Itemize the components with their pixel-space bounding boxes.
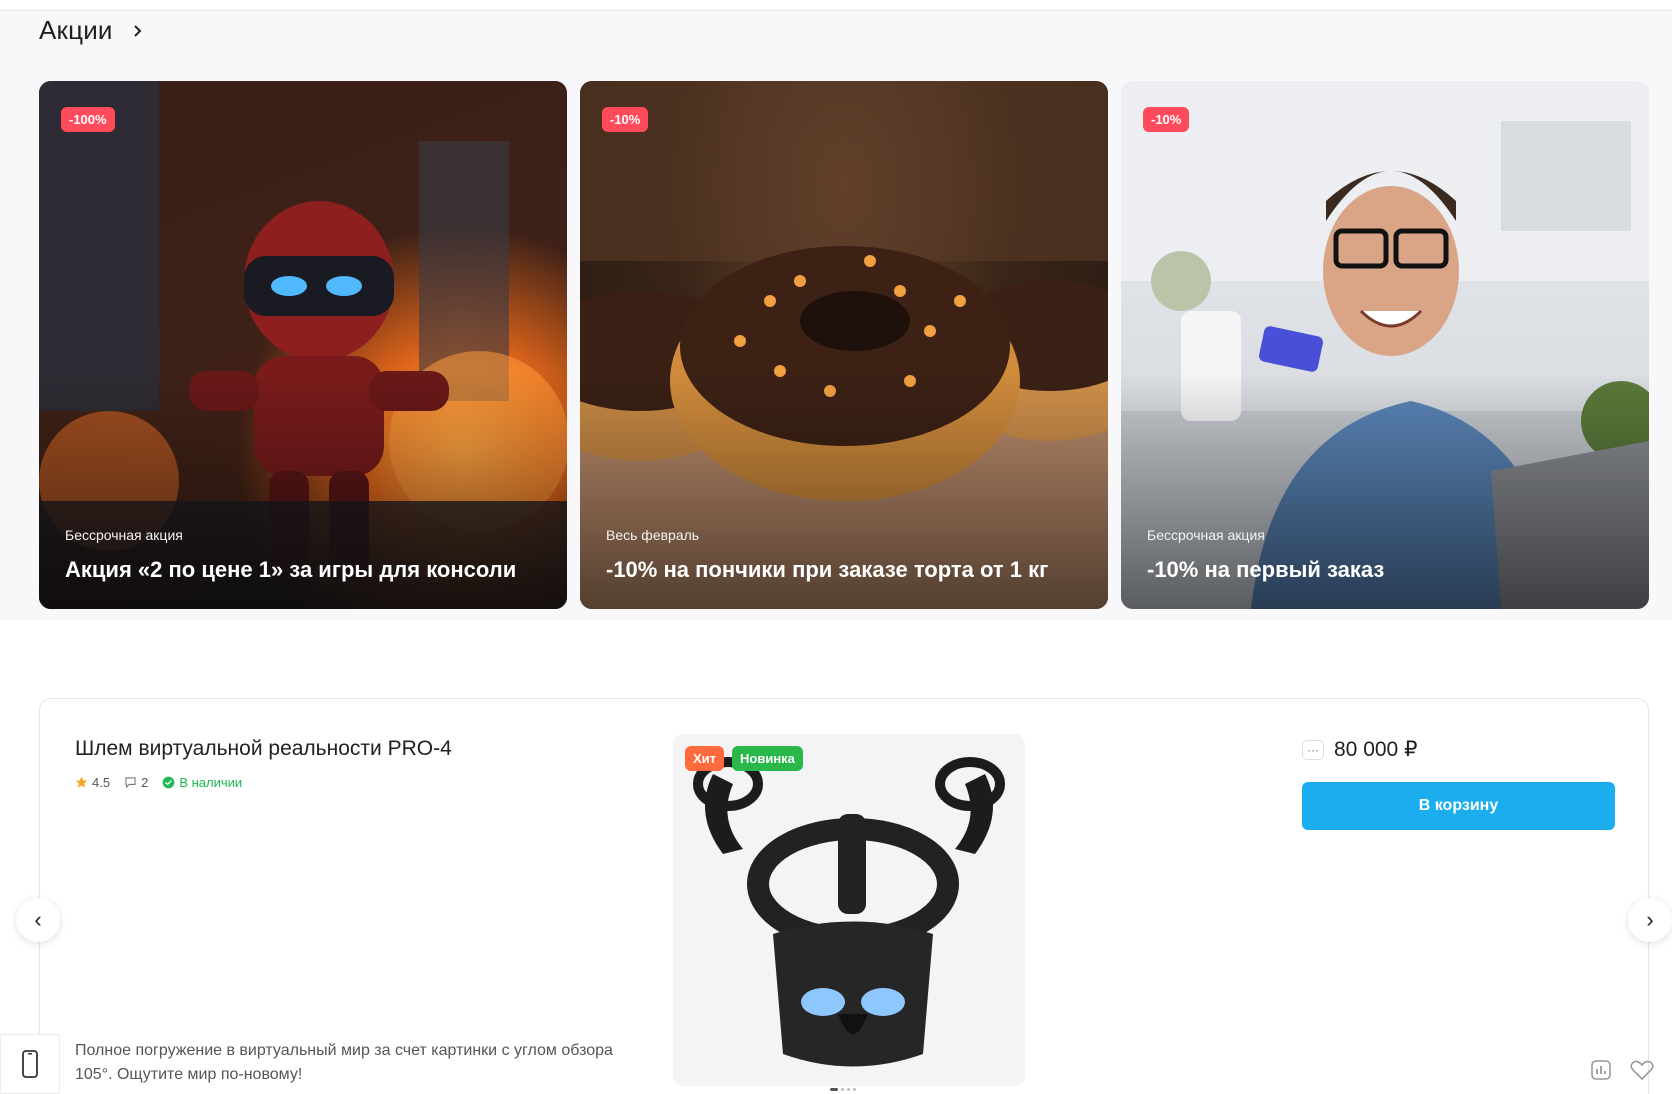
promo-card-games[interactable]: -100% Бессрочная акция Акция «2 по цене …	[39, 81, 567, 609]
gallery-dot[interactable]	[841, 1088, 844, 1091]
card-title[interactable]: Акция «2 по цене 1» за игры для консоли	[65, 557, 547, 583]
card-title[interactable]: -10% на первый заказ	[1147, 557, 1629, 583]
comment-icon	[125, 777, 136, 789]
arrow-left-icon[interactable]: ‹	[16, 898, 60, 942]
discount-badge: -10%	[602, 107, 649, 132]
gallery-dot[interactable]	[847, 1088, 850, 1091]
price: 80 000 ₽	[1334, 738, 1418, 761]
arrow-right-icon[interactable]: ›	[1628, 898, 1672, 942]
card-subtitle: Бессрочная акция	[1147, 527, 1265, 543]
price-row: ··· 80 000 ₽	[1302, 737, 1417, 762]
compare-icon[interactable]	[1590, 1059, 1612, 1081]
check-icon	[162, 776, 175, 789]
discount-badge: -10%	[1143, 107, 1190, 132]
gallery-dot[interactable]	[830, 1088, 838, 1091]
gallery-dot[interactable]	[853, 1088, 856, 1091]
tag-new: Новинка	[732, 746, 803, 771]
product-description: Полное погружение в виртуальный мир за с…	[75, 1042, 613, 1083]
product-card: Шлем виртуальной реальности PRO-4 4.5 2 …	[39, 698, 1654, 1094]
promo-header[interactable]: Акции	[39, 15, 145, 46]
product-name[interactable]: Шлем виртуальной реальности PRO-4	[75, 737, 452, 761]
star-icon	[75, 776, 88, 788]
reviews[interactable]: 2	[124, 775, 148, 790]
card-actions	[1590, 1059, 1654, 1081]
heart-icon[interactable]	[1630, 1059, 1654, 1081]
promo-title[interactable]: Акции	[39, 15, 113, 46]
product-gallery[interactable]: Хит Новинка	[673, 734, 1025, 1086]
vr-headset-image	[693, 757, 1005, 1067]
promo-card-donuts[interactable]: -10% Весь февраль -10% на пончики при за…	[580, 81, 1108, 609]
product-meta: 4.5 2 В наличии	[75, 775, 242, 790]
promo-cards: -100% Бессрочная акция Акция «2 по цене …	[39, 81, 1649, 609]
reviews-count: 2	[141, 775, 149, 790]
card-title[interactable]: -10% на пончики при заказе торта от 1 кг	[606, 557, 1088, 583]
discount-badge: -100%	[61, 107, 115, 132]
add-to-cart-button[interactable]: В корзину	[1302, 782, 1615, 830]
availability: В наличии	[162, 775, 242, 790]
chevron-right-icon[interactable]	[131, 24, 145, 38]
availability-label: В наличии	[179, 775, 243, 790]
card-subtitle: Весь февраль	[606, 527, 700, 543]
tag-hit: Хит	[685, 746, 725, 771]
rating: 4.5	[75, 775, 110, 790]
more-icon[interactable]: ···	[1302, 739, 1324, 760]
promo-section: Акции -100% Бессрочная акция Акция «2 по…	[0, 10, 1672, 620]
phone-icon[interactable]	[0, 1034, 60, 1094]
gallery-dots[interactable]	[830, 1088, 856, 1091]
promo-card-first-order[interactable]: -10% Бессрочная акция -10% на первый зак…	[1121, 81, 1649, 609]
rating-value: 4.5	[92, 775, 111, 790]
card-subtitle: Бессрочная акция	[65, 527, 183, 543]
